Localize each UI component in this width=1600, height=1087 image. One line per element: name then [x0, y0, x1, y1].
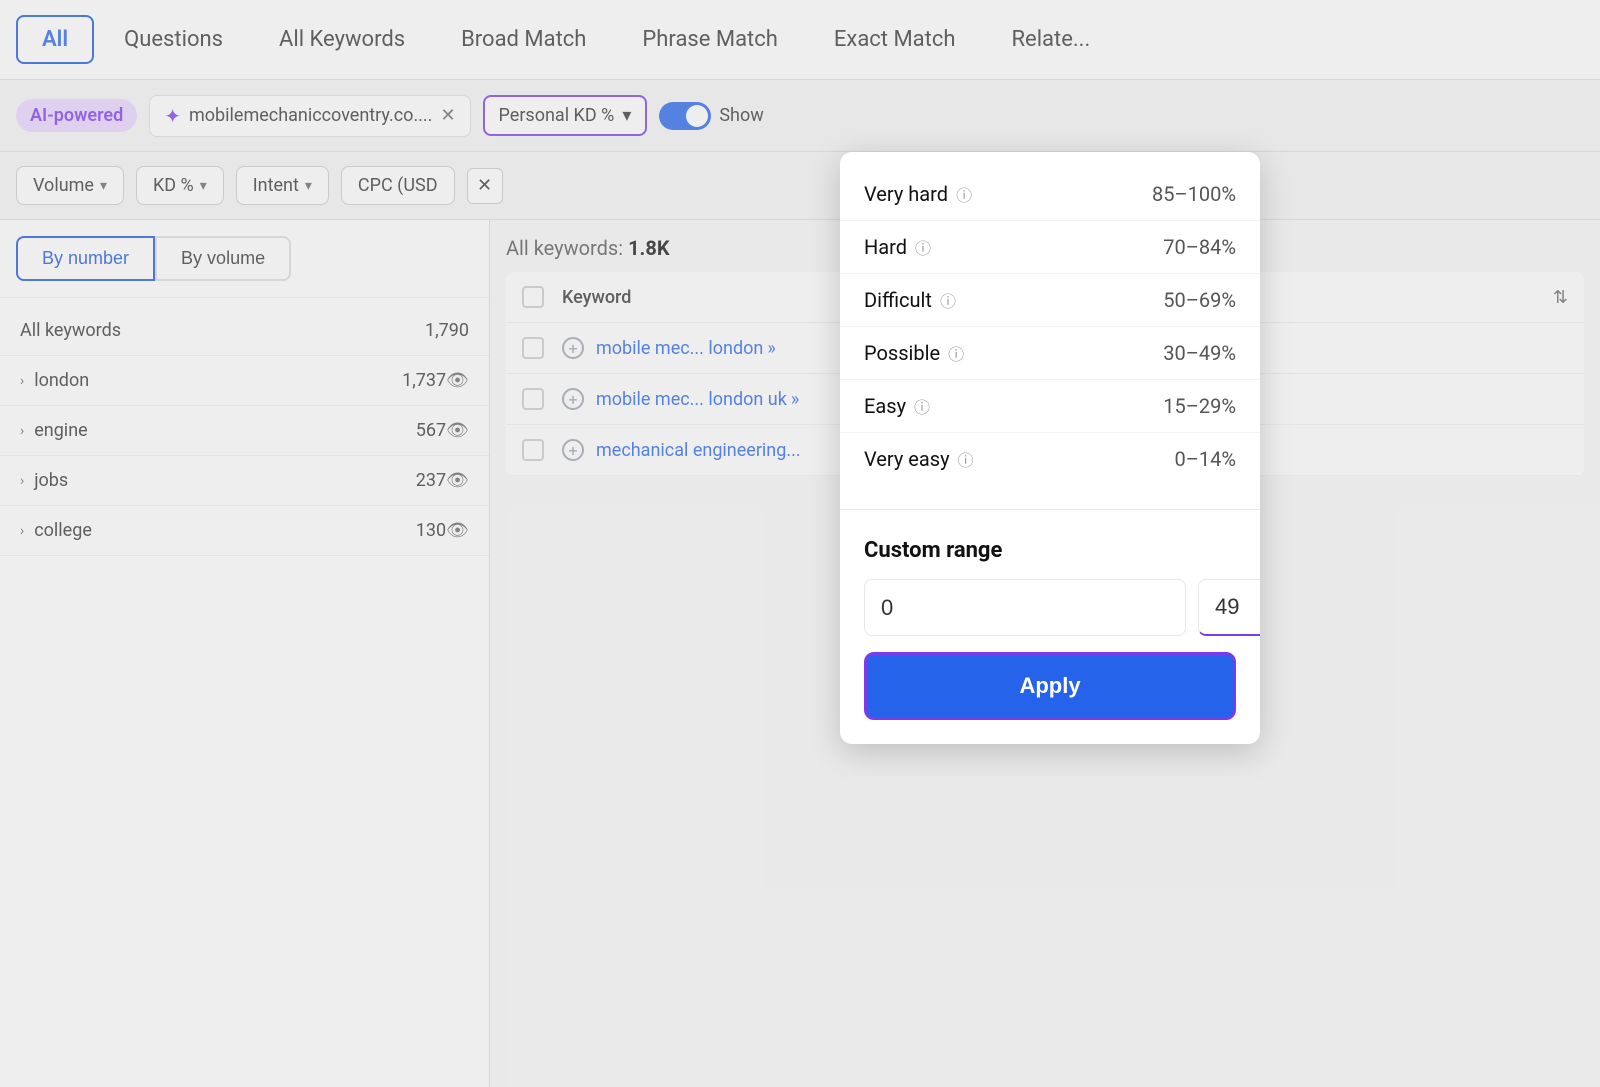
- kd-very-hard-label: Very hard: [864, 182, 948, 206]
- kd-panel: Very hard ⓘ 85–100% Hard ⓘ 70–84% Diffic…: [840, 152, 1260, 744]
- kd-difficult-item[interactable]: Difficult ⓘ 50–69%: [840, 274, 1260, 327]
- kd-possible-item[interactable]: Possible ⓘ 30–49%: [840, 327, 1260, 380]
- custom-range-title: Custom range: [864, 538, 1236, 563]
- custom-range-section: Custom range Apply: [840, 518, 1260, 744]
- kd-very-easy-info-icon[interactable]: ⓘ: [958, 447, 974, 471]
- kd-easy-range: 15–29%: [1163, 394, 1236, 418]
- kd-easy-info-icon[interactable]: ⓘ: [914, 394, 930, 418]
- kd-hard-item[interactable]: Hard ⓘ 70–84%: [840, 221, 1260, 274]
- kd-easy-label: Easy: [864, 394, 906, 418]
- kd-very-easy-item[interactable]: Very easy ⓘ 0–14%: [840, 433, 1260, 485]
- kd-hard-range: 70–84%: [1163, 235, 1236, 259]
- apply-button[interactable]: Apply: [864, 652, 1236, 720]
- kd-possible-label: Possible: [864, 341, 940, 365]
- kd-possible-range: 30–49%: [1163, 341, 1236, 365]
- kd-difficult-info-icon[interactable]: ⓘ: [940, 288, 956, 312]
- custom-range-inputs: [864, 579, 1236, 636]
- kd-difficult-range: 50–69%: [1163, 288, 1236, 312]
- dropdown-overlay: [0, 0, 1600, 1087]
- kd-very-hard-item[interactable]: Very hard ⓘ 85–100%: [840, 168, 1260, 221]
- kd-very-easy-range: 0–14%: [1175, 447, 1237, 471]
- kd-difficult-label: Difficult: [864, 288, 932, 312]
- kd-hard-info-icon[interactable]: ⓘ: [915, 235, 931, 259]
- range-from-input[interactable]: [864, 579, 1186, 636]
- kd-very-hard-info-icon[interactable]: ⓘ: [956, 182, 972, 206]
- kd-hard-label: Hard: [864, 235, 907, 259]
- kd-easy-item[interactable]: Easy ⓘ 15–29%: [840, 380, 1260, 433]
- kd-divider: [840, 509, 1260, 510]
- kd-very-easy-label: Very easy: [864, 447, 950, 471]
- kd-possible-info-icon[interactable]: ⓘ: [948, 341, 964, 365]
- kd-panel-items: Very hard ⓘ 85–100% Hard ⓘ 70–84% Diffic…: [840, 152, 1260, 501]
- range-to-input[interactable]: [1198, 579, 1260, 636]
- kd-very-hard-range: 85–100%: [1152, 182, 1236, 206]
